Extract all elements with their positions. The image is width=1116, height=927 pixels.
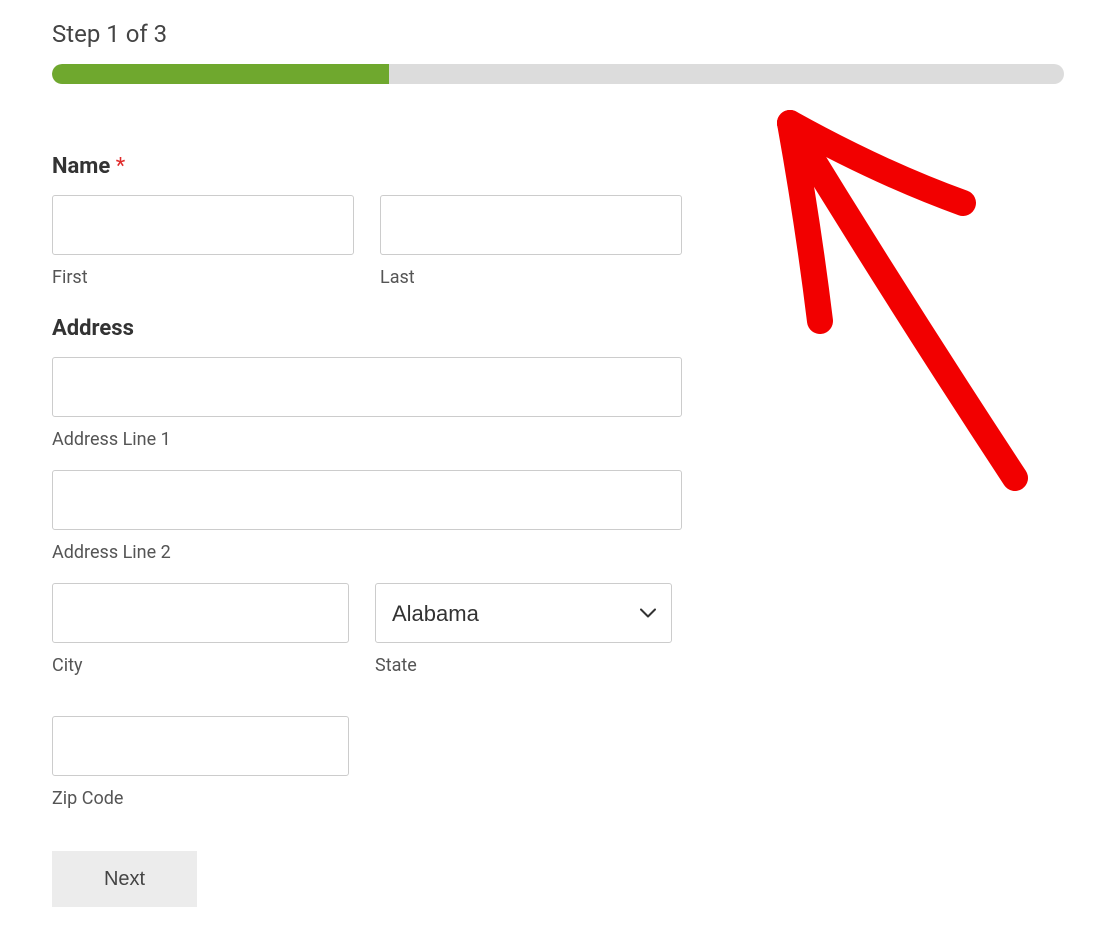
state-select[interactable]: Alabama	[375, 583, 672, 643]
address-block: Address Line 1 Address Line 2 City Alaba…	[52, 357, 682, 809]
last-name-sublabel: Last	[380, 267, 682, 288]
address-line2-field: Address Line 2	[52, 470, 682, 563]
name-label-text: Name	[52, 154, 110, 179]
progress-bar-fill	[52, 64, 389, 84]
city-field: City	[52, 583, 349, 676]
annotation-arrow-icon	[730, 103, 1050, 503]
zip-field: Zip Code	[52, 716, 349, 809]
last-name-input[interactable]	[380, 195, 682, 255]
first-name-input[interactable]	[52, 195, 354, 255]
next-button[interactable]: Next	[52, 851, 197, 907]
form-step-1: Name * First Last Address Address Line 1…	[52, 154, 682, 907]
first-name-field: First	[52, 195, 354, 288]
progress-bar	[52, 64, 1064, 84]
address-line2-sublabel: Address Line 2	[52, 542, 682, 563]
address-label: Address	[52, 316, 682, 341]
city-state-row: City Alabama State	[52, 583, 682, 696]
zip-input[interactable]	[52, 716, 349, 776]
step-indicator: Step 1 of 3	[52, 20, 1064, 48]
address-line2-input[interactable]	[52, 470, 682, 530]
state-sublabel: State	[375, 655, 672, 676]
state-field: Alabama State	[375, 583, 672, 676]
name-row: First Last	[52, 195, 682, 288]
address-line1-input[interactable]	[52, 357, 682, 417]
city-input[interactable]	[52, 583, 349, 643]
first-name-sublabel: First	[52, 267, 354, 288]
address-line1-sublabel: Address Line 1	[52, 429, 682, 450]
zip-sublabel: Zip Code	[52, 788, 349, 809]
address-line1-field: Address Line 1	[52, 357, 682, 450]
name-label: Name *	[52, 154, 682, 179]
required-indicator: *	[116, 154, 125, 179]
city-sublabel: City	[52, 655, 349, 676]
last-name-field: Last	[380, 195, 682, 288]
